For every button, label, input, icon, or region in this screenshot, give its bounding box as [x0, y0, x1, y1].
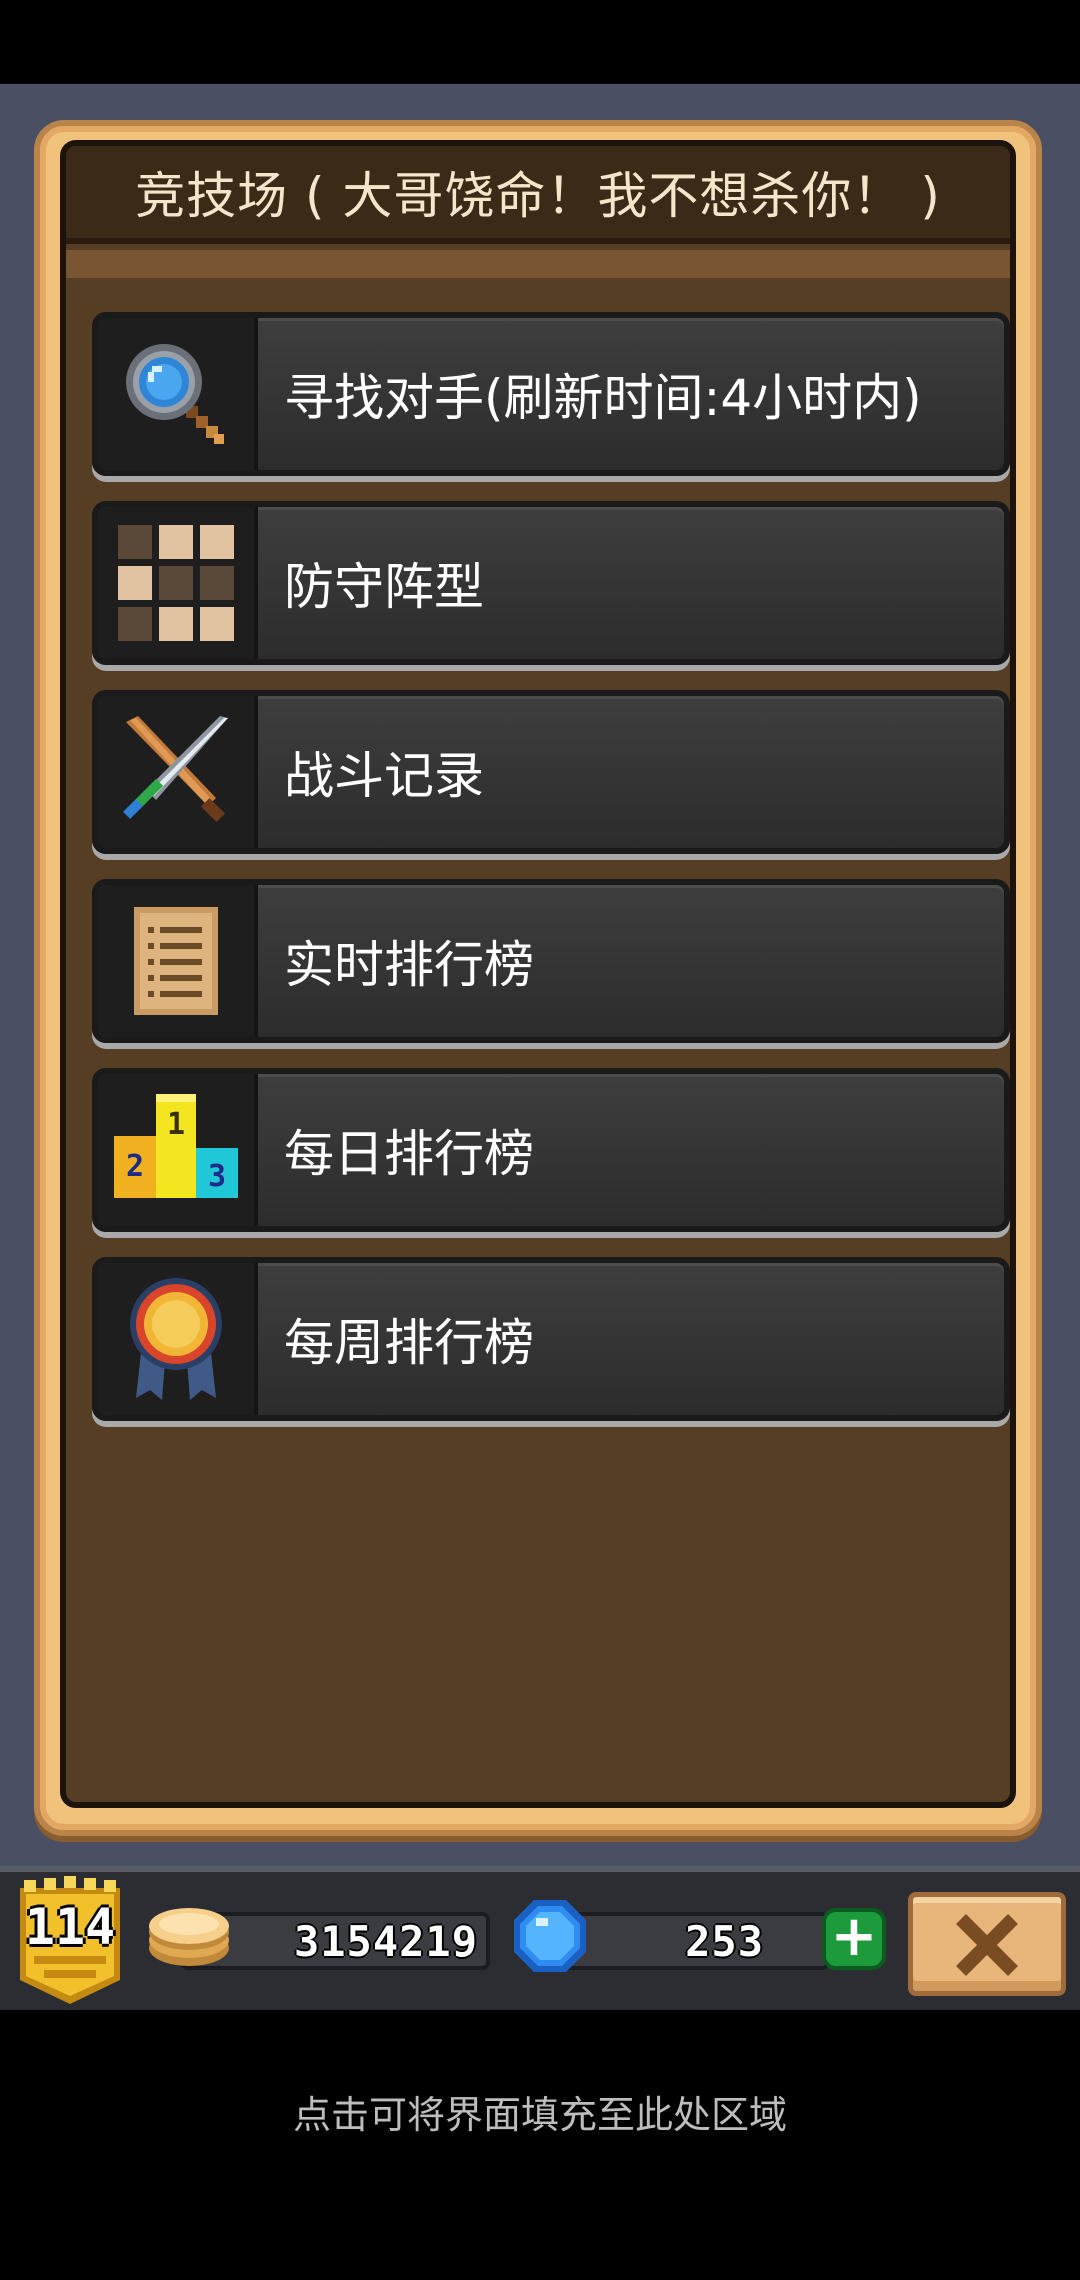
menu-icon-box: 1 2 3 — [98, 1074, 258, 1226]
screen: 竞技场 ( 大哥饶命！我不想杀你！ ) 寻找对手(刷新时间:4小时内) 防守阵型… — [0, 0, 1080, 2280]
coin-value: 3154219 — [293, 1916, 478, 1966]
medal-icon — [130, 1278, 222, 1400]
panel-title: 竞技场 ( 大哥饶命！我不想杀你！ ) — [135, 167, 941, 225]
close-icon — [956, 1914, 1018, 1976]
battle-log-button[interactable]: 战斗记录 — [92, 690, 1010, 854]
gem-counter: 253 — [560, 1912, 830, 1970]
find-opponent-button[interactable]: 寻找对手(刷新时间:4小时内) — [92, 312, 1010, 476]
formation-grid-icon — [118, 525, 234, 641]
level-value: 114 — [24, 1898, 116, 1956]
close-button[interactable] — [908, 1892, 1066, 1996]
fill-screen-hint-area[interactable]: 点击可将界面填充至此处区域 — [0, 2010, 1080, 2280]
menu-icon-box — [98, 507, 258, 659]
podium-second: 2 — [126, 1149, 144, 1184]
defense-formation-button[interactable]: 防守阵型 — [92, 501, 1010, 665]
blue-gem-icon — [514, 1900, 586, 1972]
fill-screen-hint: 点击可将界面填充至此处区域 — [292, 2093, 787, 2137]
podium-first: 1 — [167, 1107, 185, 1142]
battle-log-label: 战斗记录 — [284, 747, 484, 805]
daily-ranking-button[interactable]: 1 2 3 每日排行榜 — [92, 1068, 1010, 1232]
status-bar — [0, 0, 1080, 84]
menu-icon-box — [98, 1263, 258, 1415]
panel-title-bar: 竞技场 ( 大哥饶命！我不想杀你！ ) — [66, 146, 1010, 244]
find-opponent-label: 寻找对手(刷新时间:4小时内) — [284, 369, 922, 427]
live-ranking-label: 实时排行榜 — [284, 936, 534, 994]
menu-icon-box — [98, 318, 258, 470]
gem-value: 253 — [685, 1916, 764, 1966]
scroll-list-icon — [134, 907, 218, 1015]
live-ranking-button[interactable]: 实时排行榜 — [92, 879, 1010, 1043]
podium-icon: 1 2 3 — [114, 1094, 238, 1198]
menu-icon-box — [98, 885, 258, 1037]
magnifier-icon — [126, 344, 224, 444]
menu-icon-box — [98, 696, 258, 848]
panel-divider — [66, 250, 1010, 278]
arena-panel-body: 竞技场 ( 大哥饶命！我不想杀你！ ) 寻找对手(刷新时间:4小时内) 防守阵型… — [60, 140, 1016, 1808]
weekly-ranking-button[interactable]: 每周排行榜 — [92, 1257, 1010, 1421]
daily-ranking-label: 每日排行榜 — [284, 1125, 534, 1183]
resource-hud: 114 3154219 253 + — [0, 1866, 1080, 2010]
podium-third: 3 — [208, 1159, 226, 1194]
defense-formation-label: 防守阵型 — [284, 558, 484, 616]
arena-menu: 寻找对手(刷新时间:4小时内) 防守阵型 战斗记录 实时排行榜 1 2 3 每日… — [92, 312, 1010, 1446]
level-badge[interactable]: 114 — [14, 1876, 126, 2006]
weekly-ranking-label: 每周排行榜 — [284, 1314, 534, 1372]
add-gem-button[interactable]: + — [822, 1908, 886, 1970]
arena-panel: 竞技场 ( 大哥饶命！我不想杀你！ ) 寻找对手(刷新时间:4小时内) 防守阵型… — [34, 120, 1042, 1836]
coin-stack-icon — [149, 1908, 229, 1966]
crossed-swords-icon — [123, 716, 228, 823]
